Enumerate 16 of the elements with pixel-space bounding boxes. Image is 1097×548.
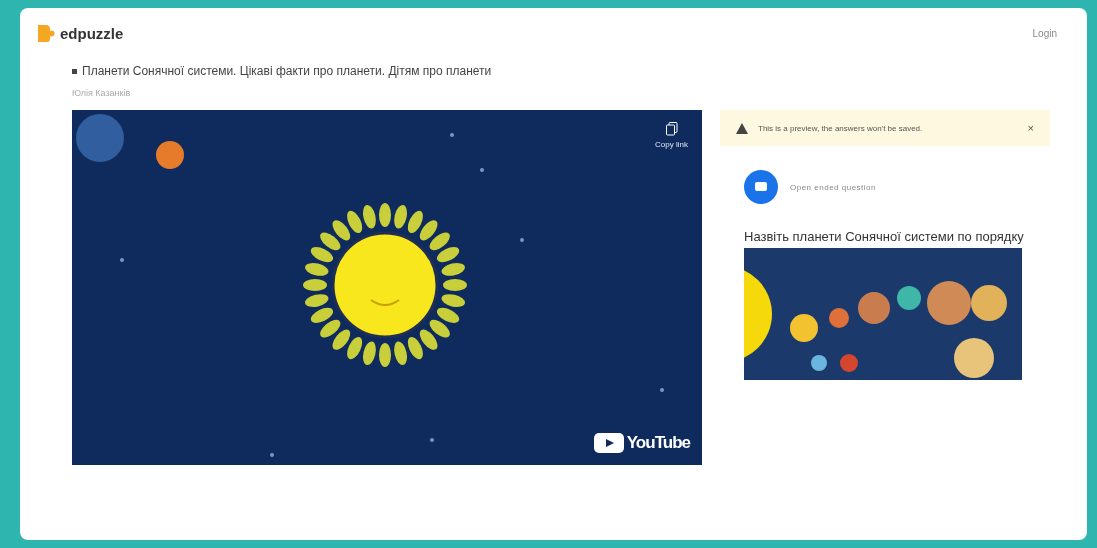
- copy-link-button[interactable]: Copy link: [655, 122, 688, 149]
- play-icon: [593, 433, 624, 453]
- login-link[interactable]: Login: [1032, 27, 1057, 39]
- copy-icon: [665, 122, 678, 136]
- bullet-icon: [72, 68, 77, 74]
- warning-icon: [736, 122, 748, 134]
- chat-bubble-icon: [744, 170, 778, 204]
- author-name: Юлія Казанків: [72, 88, 132, 98]
- youtube-logo[interactable]: YouTube: [593, 433, 690, 453]
- question-text: Назвіть планети Сонячної системи по порядку: [744, 228, 1024, 246]
- question-type: Open ended question: [790, 182, 876, 192]
- close-button[interactable]: ×: [1027, 122, 1034, 134]
- edpuzzle-logo[interactable]: edpuzzle: [60, 24, 124, 42]
- video-player[interactable]: Copy link YouTube: [72, 110, 702, 465]
- warning-text: This is a preview, the answers won't be saved.: [758, 123, 924, 133]
- video-title: Планети Сонячної системи. Цікаві факти про планети. Дітям про планети: [82, 64, 492, 78]
